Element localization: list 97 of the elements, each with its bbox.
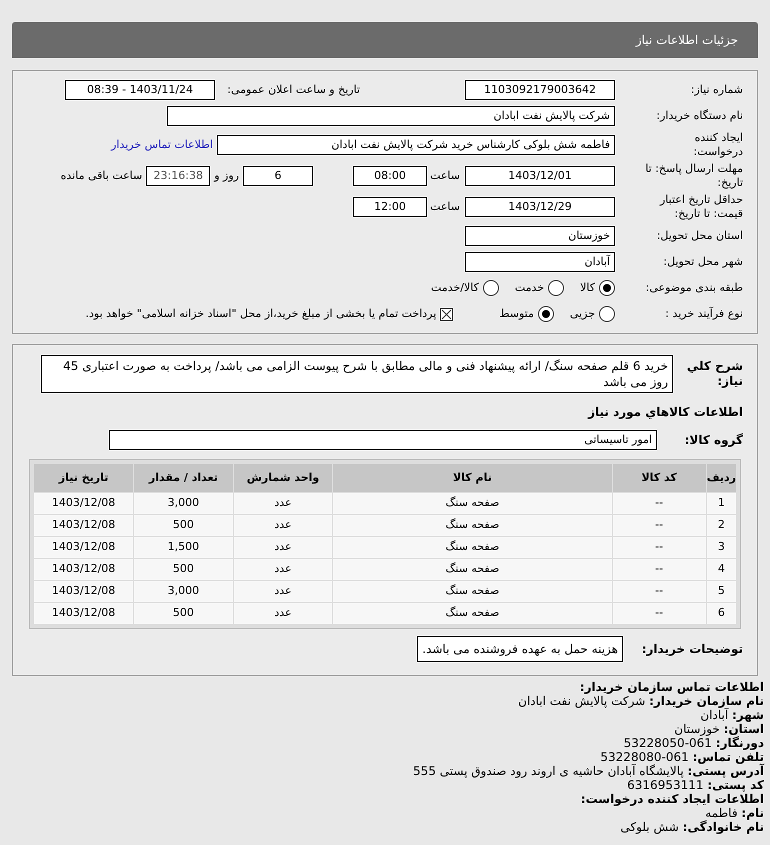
checkbox-label: پرداخت تمام یا بخشی از مبلغ خرید،از محل "اسناد خزانه اسلامی" خواهد بود. xyxy=(86,306,436,322)
table-cell: عدد xyxy=(234,603,332,624)
time-label: ساعت xyxy=(432,168,460,184)
table-cell: 1403/12/08 xyxy=(34,493,134,514)
contact-line: نام خانوادگی: شش بلوکی xyxy=(619,820,764,834)
column-header: تعداد / مقدار xyxy=(134,464,233,492)
need-number-field: 1103092179003642 xyxy=(465,80,615,100)
column-header: ردیف xyxy=(706,464,736,492)
table-cell: 3,000 xyxy=(134,581,233,602)
column-header: تاریخ نیاز xyxy=(34,464,134,492)
radio-label: جزیی xyxy=(570,306,595,322)
table-cell: 2 xyxy=(706,515,736,536)
radio-label: خدمت xyxy=(514,280,544,296)
buyer-notes-label: توضیحات خریدار: xyxy=(640,641,743,658)
table-cell: صفحه سنگ xyxy=(333,515,612,536)
goods-group-label: گروه کالا: xyxy=(684,432,743,449)
table-cell: -- xyxy=(612,581,706,602)
table-cell: 1403/12/08 xyxy=(34,581,134,602)
buyer-contact-link[interactable]: اطلاعات تماس خریدار xyxy=(111,136,213,154)
table-cell: صفحه سنگ xyxy=(333,559,612,580)
column-header: کد کالا xyxy=(612,464,706,492)
remaining-time-field: 23:16:38 xyxy=(146,166,210,186)
contact-line: شهر: آبادان xyxy=(699,708,764,722)
table-cell: 500 xyxy=(134,515,233,536)
radio-button[interactable] xyxy=(538,306,554,322)
contact-line: آدرس پستی: پالایشگاه آبادان حاشیه ی اروند رود صندوق پستی 555 xyxy=(412,764,764,778)
column-header: واحد شمارش xyxy=(234,464,332,492)
requester-field: فاطمه شش بلوکی کارشناس خرید شرکت پالایش نفت ابادان xyxy=(217,135,615,155)
deadline-date-field: 1403/12/01 xyxy=(465,166,615,186)
field-label: ایجاد کننده درخواست: xyxy=(692,131,743,159)
table-cell: 1403/12/08 xyxy=(34,603,134,624)
radio-label: متوسط xyxy=(499,306,534,322)
section-heading: اطلاعات كالاهاي مورد نياز xyxy=(586,404,743,421)
contact-heading: اطلاعات تماس سازمان خریدار: xyxy=(578,680,764,694)
field-label: نوع فرآیند خرید : xyxy=(664,307,743,321)
deadline-time-field: 08:00 xyxy=(353,166,427,186)
table-cell: 1403/12/08 xyxy=(34,559,134,580)
table-cell: 1 xyxy=(706,493,736,514)
table-cell: صفحه سنگ xyxy=(333,581,612,602)
days-field: 6 xyxy=(243,166,313,186)
goods-group-field: امور تاسیساتی xyxy=(109,430,657,450)
remaining-label: ساعت باقی مانده xyxy=(60,168,142,184)
radio-button[interactable] xyxy=(482,280,499,296)
contact-heading: اطلاعات ایجاد کننده درخواست: xyxy=(580,792,764,806)
table-cell: 1403/12/08 xyxy=(34,537,134,558)
table-cell: 500 xyxy=(134,603,233,624)
table-cell: 1,500 xyxy=(134,537,233,558)
description-field: خرید 6 قلم صفحه سنگ/ ارائه پیشنهاد فنی و مالی مطابق با شرح پیوست الزامی می باشد/ پرداخت به صورت اعتباری 45 روز می باشد xyxy=(41,355,673,393)
field-label: مهلت ارسال پاسخ: تا تاریخ: xyxy=(644,162,743,190)
table-cell: 4 xyxy=(706,559,736,580)
field-label: طبقه بندی موضوعی: xyxy=(644,281,743,295)
table-cell: 6 xyxy=(706,603,736,624)
table-cell: 3 xyxy=(706,537,736,558)
page-title: جزئیات اطلاعات نیاز xyxy=(636,32,738,49)
radio-label: کالا/خدمت xyxy=(431,280,479,296)
time-label: ساعت xyxy=(432,198,460,215)
announce-date-field: 1403/11/24 - 08:39 xyxy=(65,80,215,100)
table-cell: -- xyxy=(612,559,706,580)
field-label: تاریخ و ساعت اعلان عمومی: xyxy=(226,83,360,97)
table-cell: صفحه سنگ xyxy=(333,493,612,514)
field-label: شماره نیاز: xyxy=(690,83,743,97)
table-cell: -- xyxy=(612,515,706,536)
validity-time-field: 12:00 xyxy=(353,197,427,217)
table-cell: عدد xyxy=(234,581,332,602)
field-label: شهر محل تحویل: xyxy=(662,255,743,269)
buyer-org-field: شرکت پالایش نفت ابادان xyxy=(167,106,615,126)
table-cell: 1403/12/08 xyxy=(34,515,134,536)
city-field: آبادان xyxy=(465,252,615,272)
radio-label: کالا xyxy=(580,280,595,296)
days-label: روز و xyxy=(214,168,239,184)
table-cell: -- xyxy=(612,603,706,624)
table-cell: -- xyxy=(612,537,706,558)
table-cell: صفحه سنگ xyxy=(333,537,612,558)
table-cell: 5 xyxy=(706,581,736,602)
radio-button[interactable] xyxy=(599,280,615,296)
contact-line: نام: فاطمه xyxy=(704,806,764,820)
field-label: استان محل تحویل: xyxy=(656,229,743,243)
description-label: شرح كلي نياز: xyxy=(686,358,743,389)
checkbox[interactable] xyxy=(440,308,454,320)
buyer-notes-field: هزینه حمل به عهده فروشنده می باشد. xyxy=(417,636,623,662)
table-cell: عدد xyxy=(234,493,332,514)
table-cell: عدد xyxy=(234,515,332,536)
table-cell: عدد xyxy=(234,537,332,558)
column-header: نام کالا xyxy=(333,464,612,492)
field-label: حداقل تاریخ اعتبار قیمت: تا تاریخ: xyxy=(658,193,743,221)
radio-button[interactable] xyxy=(599,306,615,322)
contact-line: استان: خوزستان xyxy=(673,722,764,736)
validity-date-field: 1403/12/29 xyxy=(465,197,615,217)
table-cell: صفحه سنگ xyxy=(333,603,612,624)
radio-button[interactable] xyxy=(548,280,564,296)
province-field: خوزستان xyxy=(465,226,615,246)
table-cell: -- xyxy=(612,493,706,514)
table-cell: 500 xyxy=(134,559,233,580)
field-label: نام دستگاه خریدار: xyxy=(655,109,743,123)
table-cell: 3,000 xyxy=(134,493,233,514)
table-cell: عدد xyxy=(234,559,332,580)
contact-line: نام سازمان خریدار: شرکت پالایش نفت ابادان xyxy=(517,694,764,708)
